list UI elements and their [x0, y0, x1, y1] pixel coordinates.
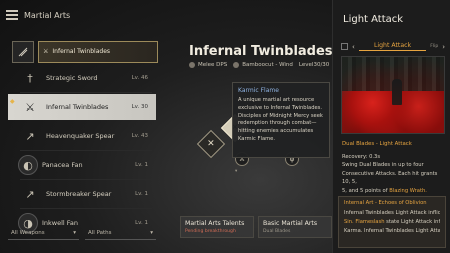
role-icon [189, 62, 195, 68]
sword-icon: † [27, 71, 33, 85]
chevron-down-icon: ▾ [73, 230, 76, 236]
card-subtitle: Pending breakthrough [185, 229, 236, 234]
chevron-down-icon: ▾ [150, 230, 153, 236]
weapon-list: ⚔ Infernal Twinblades † Strategic Sword … [8, 38, 158, 239]
weapon-row-heavenquaker-spear[interactable]: ↗ Heavenquaker Spear Lv. 43 [8, 123, 156, 151]
skill-node-diamond[interactable]: ✕ [196, 129, 226, 159]
featured-weapon[interactable]: ⚔ Infernal Twinblades [12, 38, 158, 65]
desc-text: 5, and 5 points of [342, 187, 388, 194]
row-divider [20, 179, 152, 180]
line-text: Light Attack [400, 218, 433, 225]
card-subtitle: Dual Blades [263, 229, 291, 234]
line-text: Infernal Twinblades Light Attack [344, 210, 427, 216]
paths-filter-label: All Paths [88, 230, 112, 236]
featured-weapon-button[interactable]: ⚔ Infernal Twinblades [38, 40, 158, 63]
row-divider [20, 92, 152, 93]
skill-subtitle: Dual Blades - Light Attack [342, 141, 412, 147]
weapon-name: Infernal Twinblades [46, 103, 109, 111]
weapon-name: Strategic Sword [46, 74, 98, 82]
character-figure [392, 79, 402, 105]
filter-bar: All Weapons ▾ All Paths ▾ [8, 227, 156, 240]
skill-tabs: ‹ Light Attack Flip › [341, 42, 445, 51]
weapon-level: Lv. 1 [135, 162, 148, 168]
internal-art-line: Karma. Infernal Twinblades Light Attack [344, 227, 440, 234]
twinblades-icon: ⚔ [43, 48, 49, 55]
skill-node-label: ▾ [235, 169, 238, 174]
tab-light-attack[interactable]: Light Attack [358, 42, 427, 51]
line-text: inflicts [433, 218, 440, 225]
weapon-row-infernal-twinblades[interactable]: ◆ ⚔ Infernal Twinblades Lv. 30 [8, 94, 156, 120]
row-divider [20, 208, 152, 209]
internal-art-line: Infernal Twinblades Light Attack inflict… [344, 209, 440, 218]
weapon-slot-icon[interactable] [12, 40, 34, 63]
internal-art-line: Sin. Flameslash state Light Attack infli… [344, 218, 440, 227]
row-divider [20, 150, 152, 151]
chevron-left-icon[interactable]: ‹ [352, 43, 355, 51]
weapon-level: Lv. 30 [131, 104, 148, 110]
weapon-level: Lv. 43 [131, 133, 148, 139]
line-text: state [384, 218, 401, 225]
paths-filter-dropdown[interactable]: All Paths ▾ [85, 227, 156, 240]
weapons-filter-dropdown[interactable]: All Weapons ▾ [8, 227, 79, 240]
blazing-wrath-highlight: Blazing Wrath. [389, 187, 427, 194]
recovery-text: Recovery: 0.3s [342, 154, 381, 160]
featured-weapon-label: Infernal Twinblades [52, 48, 111, 55]
twinblades-icon: ⚔ [25, 100, 35, 114]
skill-preview-image [341, 56, 445, 134]
path-icon [233, 62, 240, 68]
role-tag: Melee DPS [189, 62, 227, 68]
weapon-name: Inkwell Fan [42, 219, 79, 227]
checkbox-icon[interactable] [341, 43, 348, 50]
equipped-marker-icon: ◆ [10, 98, 15, 105]
internal-art-title: Internal Art - Echoes of Oblivion [344, 200, 427, 206]
tooltip-body: A unique martial art resource exclusive … [238, 97, 323, 142]
menu-icon[interactable] [6, 10, 18, 20]
desc-line: Swing Dual Blades in up to four [342, 162, 424, 169]
tooltip-title: Karmic Flame [238, 87, 279, 94]
weapon-row-panacea-fan[interactable]: ◐ Panacea Fan Lv. 1 [8, 152, 156, 180]
weapon-row-strategic-sword[interactable]: † Strategic Sword Lv. 46 [8, 65, 156, 93]
desc-line: 5, and 5 points of Blazing Wrath. [342, 187, 446, 195]
top-bar: Martial Arts [0, 0, 332, 30]
line-highlight: Sin. Flameslash [344, 218, 385, 225]
panel-title: Light Attack [343, 14, 404, 25]
weapon-title: Infernal Twinblades [189, 44, 333, 59]
weapons-filter-label: All Weapons [11, 230, 45, 236]
page-title: Martial Arts [24, 10, 71, 20]
spear-icon: ↗ [25, 187, 35, 201]
path-label: Bamboocut - Wind [242, 62, 293, 68]
weapon-level: Lv. 46 [131, 75, 148, 81]
flip-hint: Flip [430, 44, 439, 49]
fan-icon: ◐ [18, 155, 38, 175]
desc-line: Consecutive Attacks. Each hit grants 10,… [342, 170, 438, 186]
weapon-row-stormbreaker-spear[interactable]: ↗ Stormbreaker Spear Lv. 1 [8, 181, 156, 209]
weapon-name: Stormbreaker Spear [46, 190, 112, 198]
card-title: Martial Arts Talents [185, 220, 245, 227]
path-tag: Bamboocut - Wind [233, 62, 293, 68]
skill-description: Recovery: 0.3s Swing Dual Blades in up t… [342, 153, 446, 195]
weapon-meta: Melee DPS Bamboocut - Wind Level30/30 [189, 62, 329, 68]
internal-art-box: Internal Art - Echoes of Oblivion Infern… [338, 196, 446, 248]
weapon-level-readout: Level30/30 [298, 62, 330, 68]
basic-martial-arts-card[interactable]: Basic Martial Arts Dual Blades [258, 216, 332, 238]
role-label: Melee DPS [198, 62, 228, 68]
bottom-cards: Martial Arts Talents Pending breakthroug… [180, 216, 332, 238]
skill-icon: ✕ [207, 138, 215, 149]
weapon-name: Panacea Fan [42, 161, 83, 169]
weapon-name: Heavenquaker Spear [46, 132, 115, 140]
spear-icon: ↗ [25, 129, 35, 143]
card-title: Basic Martial Arts [263, 220, 318, 227]
karmic-flame-tooltip: Karmic Flame A unique martial art resour… [232, 82, 330, 158]
chevron-right-icon[interactable]: › [442, 43, 445, 51]
line-text: inflicts [428, 210, 440, 216]
weapon-level: Lv. 1 [135, 220, 148, 226]
weapon-level: Lv. 1 [135, 191, 148, 197]
martial-arts-talents-card[interactable]: Martial Arts Talents Pending breakthroug… [180, 216, 254, 238]
